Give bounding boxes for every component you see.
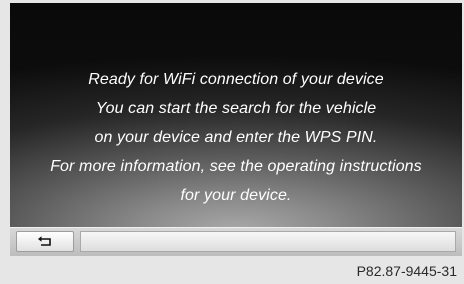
status-field (80, 231, 456, 252)
message-line: Ready for WiFi connection of your device (88, 71, 384, 88)
figure-code: P82.87-9445-31 (356, 263, 457, 279)
message-line: on your device and enter the WPS PIN. (94, 129, 378, 146)
infotainment-screen: Ready for WiFi connection of your device… (10, 3, 462, 256)
display-frame: Ready for WiFi connection of your device… (0, 0, 464, 284)
message-line: You can start the search for the vehicle (95, 100, 377, 117)
message-line: for your device. (180, 187, 292, 204)
message-line: For more information, see the operating … (50, 158, 422, 175)
bottom-bar (10, 227, 462, 256)
back-button[interactable] (16, 231, 74, 252)
wifi-connection-message: Ready for WiFi connection of your device… (10, 65, 462, 210)
back-arrow-icon (38, 236, 51, 246)
